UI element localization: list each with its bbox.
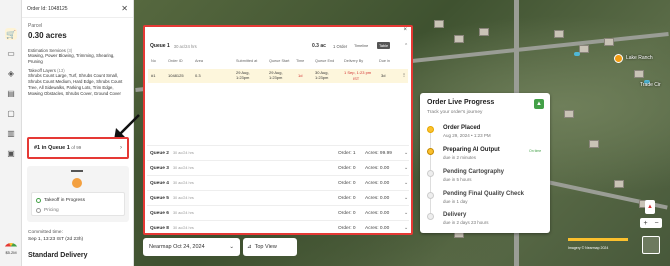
- clipboard-icon[interactable]: ▥: [5, 127, 17, 139]
- gauge-icon: [4, 243, 18, 250]
- delivery-type: Standard Delivery: [28, 252, 88, 259]
- hand-icon: [72, 178, 82, 188]
- zoom-in-icon[interactable]: +: [643, 220, 647, 227]
- status-takeoff[interactable]: Takeoff in Progress: [36, 196, 85, 204]
- radio-icon: [36, 207, 41, 213]
- chevron-down-icon: ⌄: [404, 180, 409, 186]
- status-pricing[interactable]: Pricing: [36, 206, 59, 214]
- progress-subtitle: Track your order's journey: [427, 110, 483, 115]
- table-header: No Order ID Area Submitted at Queue Star…: [151, 59, 390, 63]
- queue-row[interactable]: Queue 5 30 ac/24 hrs Order: 0 Acres: 0.0…: [147, 190, 409, 205]
- close-icon[interactable]: ×: [403, 27, 407, 33]
- chevron-down-icon: ⌄: [404, 165, 409, 171]
- chat-icon[interactable]: ▢: [5, 107, 17, 119]
- queue-row[interactable]: Queue 2 30 ac/24 hrs Order: 1 Acres: 99.…: [147, 145, 409, 160]
- queue-position-button[interactable]: #1 in Queue 1 of 99 ›: [27, 137, 129, 159]
- view-icon: ⊿: [247, 244, 252, 250]
- spend-gauge: $5.2M: [2, 243, 20, 257]
- chevron-down-icon: ⌄: [404, 150, 409, 156]
- gauge-value: $5.2M: [5, 250, 17, 255]
- step-status-icon: [427, 192, 434, 199]
- cart-icon[interactable]: 🛒: [5, 28, 17, 40]
- queue-row[interactable]: Queue 4 30 ac/24 hrs Order: 0 Acres: 0.0…: [147, 175, 409, 190]
- step-status-icon: [427, 126, 434, 133]
- radio-icon: [36, 197, 41, 203]
- status-card: Takeoff in Progress Pricing: [27, 166, 129, 222]
- zoom-controls: + −: [640, 218, 662, 228]
- chevron-right-icon: ›: [120, 145, 122, 151]
- imagery-date: Nearmap Oct 24, 2024: [149, 244, 205, 250]
- imagery-credit: Imagery © Nearmap 2024: [568, 246, 609, 250]
- order-progress-panel: Order Live Progress Track your order's j…: [420, 93, 550, 233]
- map-label: Trade Cir: [640, 82, 661, 88]
- progress-icon: ▲: [534, 99, 544, 109]
- queue-position: #1 in Queue 1 of 99: [34, 145, 82, 151]
- committed-time: Committed time: Sep 1, 13:23 IST (2d 23h…: [28, 230, 84, 242]
- folder-icon[interactable]: ▭: [5, 47, 17, 59]
- compass-icon[interactable]: ▲: [645, 200, 655, 214]
- queue-row[interactable]: Queue 6 30 ac/24 hrs Order: 0 Acres: 0.0…: [147, 205, 409, 220]
- order-id: Order Id: 1048125: [27, 5, 68, 12]
- parcel-acres: 0.30 acres: [28, 31, 67, 40]
- queue-row[interactable]: Queue 3 30 ac/24 hrs Order: 0 Acres: 0.0…: [147, 160, 409, 175]
- chevron-down-icon: ⌄: [404, 225, 409, 231]
- progress-title: Order Live Progress: [427, 99, 495, 106]
- timeline-view-button[interactable]: Timeline: [352, 42, 370, 49]
- queue1-acres: 0.3 ac: [312, 43, 326, 49]
- table-view-button[interactable]: Table: [377, 42, 391, 49]
- tab-indicator: [71, 170, 83, 172]
- view-mode-button[interactable]: ⊿ Top View: [243, 238, 297, 256]
- queue-row[interactable]: Queue 8 30 ac/24 hrs Order: 0 Acres: 0.0…: [147, 220, 409, 235]
- zoom-out-icon[interactable]: −: [654, 220, 658, 227]
- view-mode-label: Top View: [254, 244, 277, 250]
- queue-modal: × Queue 1 30 ac/24 hrs 0.3 ac 1 Order Ti…: [143, 25, 413, 235]
- scale-bar: [568, 238, 628, 241]
- on-time-badge: On time: [529, 149, 542, 153]
- chevron-up-icon[interactable]: ⌃: [404, 43, 408, 49]
- chevron-down-icon: ⌄: [404, 210, 409, 216]
- estimation-services-list: Mowing, Power Blowing, Trimming, Shearin…: [28, 53, 115, 64]
- queue1-orders: 1 Order: [333, 43, 348, 49]
- step-status-icon: [427, 148, 434, 155]
- order-sidebar: Order Id: 1048125 ✕ Parcel 0.30 acres Es…: [22, 0, 140, 266]
- chevron-down-icon: ⌄: [404, 195, 409, 201]
- step-status-icon: [427, 213, 434, 220]
- imagery-date-select[interactable]: Nearmap Oct 24, 2024 ⌄: [143, 238, 240, 256]
- chevron-down-icon: ⌄: [229, 244, 234, 250]
- close-icon[interactable]: ✕: [121, 4, 128, 13]
- queue1-header[interactable]: Queue 1 30 ac/24 hrs 0.3 ac 1 Order Time…: [147, 39, 409, 53]
- queue-list: Queue 2 30 ac/24 hrs Order: 1 Acres: 99.…: [147, 145, 409, 235]
- map-label: Lake Ranch: [626, 55, 653, 61]
- takeoff-layers-list: Shrubs Count Large, Turf, Shrubs Count S…: [28, 73, 123, 96]
- document-icon[interactable]: ▤: [5, 87, 17, 99]
- layers-icon[interactable]: ◈: [5, 67, 17, 79]
- more-options-icon[interactable]: ⋮: [402, 72, 406, 77]
- image-icon[interactable]: ▣: [5, 147, 17, 159]
- location-pin-icon[interactable]: [614, 54, 623, 63]
- table-row[interactable]: #1 1048125 0.3 29 Aug, 1:23pm 29 Aug, 1:…: [148, 69, 408, 83]
- step-status-icon: [427, 170, 434, 177]
- left-rail: 🛒 ▭ ◈ ▤ ▢ ▥ ▣ $5.2M: [0, 0, 22, 266]
- parcel-label: Parcel: [28, 23, 43, 29]
- minimap-toggle[interactable]: [642, 236, 660, 254]
